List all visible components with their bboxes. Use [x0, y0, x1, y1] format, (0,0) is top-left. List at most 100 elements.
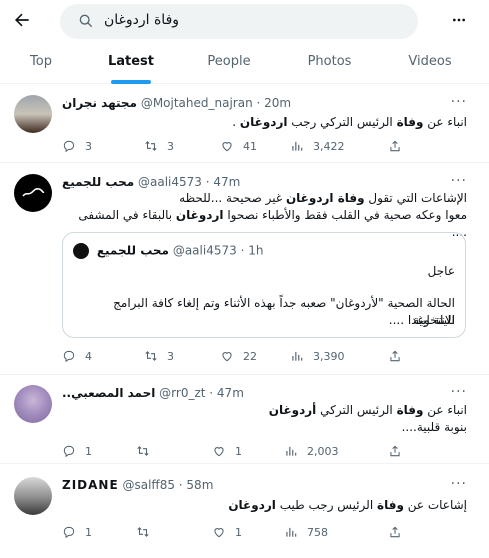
reply-button[interactable]: 3 [62, 137, 92, 155]
tab-top[interactable]: Top [0, 42, 82, 84]
handle[interactable]: @Mojtahed_najran [141, 96, 253, 110]
more-options-icon[interactable] [451, 12, 467, 28]
tweet-more-icon[interactable]: ··· [451, 95, 467, 109]
like-button[interactable]: 41 [220, 137, 257, 155]
tweet-more-icon[interactable]: ··· [451, 174, 467, 188]
tweet-more-icon[interactable]: ··· [451, 385, 467, 399]
views-button[interactable]: 2,003 [284, 442, 339, 460]
text-segment: الرئيس رجب طيب [275, 498, 377, 512]
retweet-count: 3 [167, 349, 174, 363]
timestamp[interactable]: · 20m [257, 96, 292, 110]
avatar[interactable] [14, 385, 52, 423]
search-icon [78, 13, 94, 29]
retweet-button[interactable]: 3 [144, 347, 174, 365]
reply-count: 1 [85, 444, 92, 458]
share-button[interactable] [388, 137, 402, 155]
tweet-actions: 1 1 758 [62, 523, 467, 541]
tweet-header: ..احمد المصعبي @rr0_zt · 47m [62, 386, 244, 400]
view-count: 3,390 [313, 349, 345, 363]
display-name[interactable]: محب للجميع [62, 175, 134, 189]
tweet-text-line: الإشاعات التي تقول وفاة اردوغان غير صحيح… [62, 190, 467, 207]
views-button[interactable]: 3,390 [290, 347, 345, 365]
quote-header: محب للجميع @aali4573 · 1h [73, 243, 263, 259]
display-name[interactable]: مجتهد نجران [62, 96, 137, 110]
avatar[interactable] [14, 477, 52, 515]
quoted-tweet[interactable]: محب للجميع @aali4573 · 1h عاجل الحالة ال… [62, 232, 466, 338]
view-count: 2,003 [307, 444, 339, 458]
like-count: 1 [235, 525, 242, 539]
highlight: أردوغان [268, 403, 317, 417]
tweet-text: انباء عن وفاة الرئيس التركي أردوغان بنوب… [62, 402, 467, 436]
share-icon [390, 445, 400, 457]
view-count: 3,422 [313, 139, 345, 153]
view-count: 758 [307, 525, 328, 539]
avatar[interactable] [14, 95, 52, 133]
tweet-actions: 4 3 22 3,390 [62, 347, 467, 365]
tab-people[interactable]: People [180, 42, 278, 84]
timestamp[interactable]: · 47m [206, 175, 241, 189]
like-button[interactable]: 1 [212, 442, 242, 460]
tab-videos[interactable]: Videos [381, 42, 479, 84]
share-button[interactable] [388, 347, 402, 365]
search-box[interactable]: وفاة اردوغان [60, 4, 418, 39]
handle[interactable]: @salff85 [122, 478, 174, 492]
views-icon [286, 446, 297, 456]
handle[interactable]: @rr0_zt [159, 386, 205, 400]
share-icon [390, 526, 400, 538]
reply-button[interactable]: 4 [62, 347, 92, 365]
tab-latest[interactable]: Latest [82, 42, 180, 84]
share-icon [390, 140, 400, 152]
retweet-icon [145, 141, 157, 151]
text-segment: الرئيس التركي [316, 403, 397, 417]
like-count: 22 [243, 349, 257, 363]
views-button[interactable]: 3,422 [290, 137, 345, 155]
retweet-button[interactable] [136, 523, 159, 541]
quote-avatar [73, 243, 89, 259]
text-segment: انباء عن [423, 403, 467, 417]
tweet[interactable]: مجتهد نجران @Mojtahed_najran · 20m ··· ا… [0, 85, 489, 163]
handle[interactable]: @aali4573 [138, 175, 202, 189]
tab-photos[interactable]: Photos [278, 42, 381, 84]
text-segment: الإشاعات التي تقول [364, 191, 467, 205]
tweet[interactable]: ZIDANE @salff85 · 58m ··· إشاعات عن وفاة… [0, 465, 489, 558]
like-count: 1 [235, 444, 242, 458]
display-name[interactable]: ..احمد المصعبي [62, 386, 155, 400]
reply-button[interactable]: 1 [62, 442, 92, 460]
reply-count: 3 [85, 139, 92, 153]
search-input[interactable]: وفاة اردوغان [104, 12, 179, 28]
retweet-button[interactable] [136, 442, 159, 460]
tab-label: Latest [107, 54, 155, 69]
highlight: اردوغان [228, 498, 276, 512]
tweet[interactable]: ..احمد المصعبي @rr0_zt · 47m ··· انباء ع… [0, 376, 489, 464]
like-button[interactable]: 1 [212, 523, 242, 541]
retweet-button[interactable]: 3 [144, 137, 174, 155]
retweet-count: 3 [167, 139, 174, 153]
tweet-header: محب للجميع @aali4573 · 47m [62, 175, 240, 189]
quote-text-line: لليلة وغدا .... [388, 313, 455, 327]
avatar[interactable] [14, 174, 52, 212]
tweet[interactable]: محب للجميع @aali4573 · 47m ··· الإشاعات … [0, 164, 489, 375]
search-tabs: Top Latest People Photos Videos [0, 42, 489, 84]
display-name[interactable]: ZIDANE [62, 478, 119, 492]
views-icon [292, 141, 303, 151]
text-segment: إشاعات عن [403, 498, 467, 512]
share-icon [390, 350, 400, 362]
share-button[interactable] [388, 523, 402, 541]
reply-button[interactable]: 1 [62, 523, 92, 541]
like-button[interactable]: 22 [220, 347, 257, 365]
back-arrow-icon[interactable] [12, 10, 32, 30]
tweet-text-line: بنوبة قلبية.... [401, 420, 467, 434]
timestamp[interactable]: · 58m [179, 478, 214, 492]
highlight: وفاة [396, 403, 424, 417]
tab-label: Top [30, 54, 52, 69]
share-button[interactable] [388, 442, 402, 460]
reply-icon [63, 526, 75, 539]
like-count: 41 [243, 139, 257, 153]
tweet-more-icon[interactable]: ··· [451, 477, 467, 491]
tweet-header: ZIDANE @salff85 · 58m [62, 478, 213, 492]
tweet-text: إشاعات عن وفاة الرئيس رجب طيب اردوغان [62, 497, 467, 514]
views-button[interactable]: 758 [284, 523, 328, 541]
retweet-icon [137, 527, 149, 537]
tweet-actions: 1 1 2,003 [62, 442, 467, 460]
timestamp[interactable]: · 47m [209, 386, 244, 400]
